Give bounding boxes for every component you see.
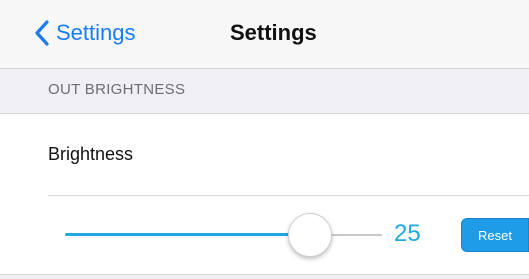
brightness-slider-row: 25 Reset	[0, 196, 529, 274]
page-title: Settings	[230, 20, 317, 45]
back-button-label: Settings	[56, 20, 136, 45]
brightness-cell: Brightness	[0, 114, 529, 194]
section-header-label: OUT BRIGHTNESS	[48, 81, 186, 98]
slider-value: 25	[394, 220, 421, 247]
section-header: OUT BRIGHTNESS	[0, 69, 529, 114]
brightness-label: Brightness	[48, 144, 134, 164]
slider-thumb[interactable]	[288, 213, 332, 257]
reset-button[interactable]: Reset	[461, 218, 529, 252]
chevron-left-icon	[35, 20, 49, 46]
slider-track-filled[interactable]	[65, 233, 310, 236]
back-button[interactable]: Settings	[34, 16, 136, 50]
navigation-bar: Settings Settings	[0, 0, 529, 69]
table-background	[0, 275, 529, 279]
